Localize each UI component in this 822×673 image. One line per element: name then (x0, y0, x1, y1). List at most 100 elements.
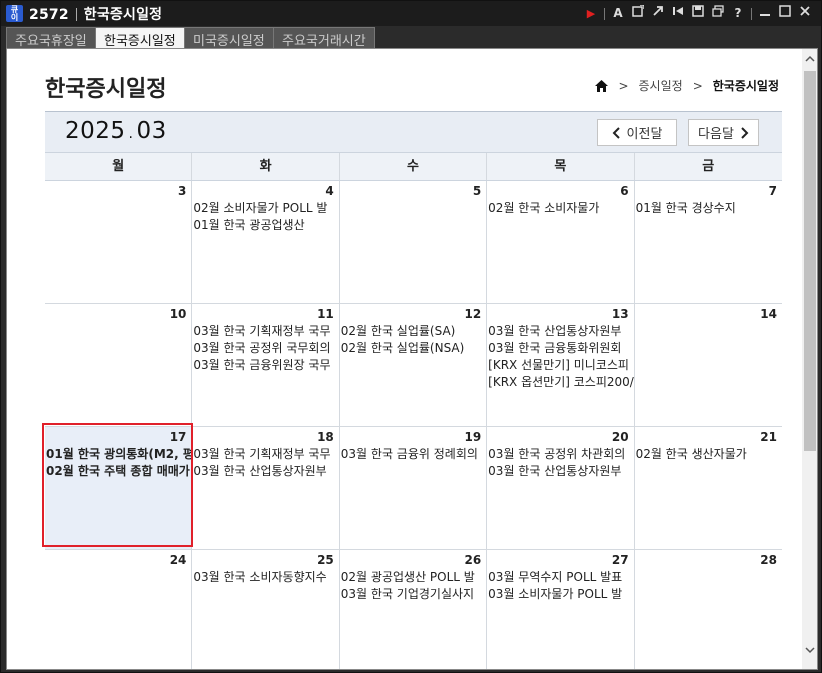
calendar-day-cell[interactable]: 25 03월 한국 소비자동향지수 (192, 550, 340, 669)
calendar-event[interactable]: 02월 한국 실업률(NSA) (340, 340, 486, 357)
calendar-event[interactable]: [KRX 옵션만기] 코스피200/ (487, 374, 633, 391)
calendar-event[interactable]: 02월 한국 주택 종합 매매가 (45, 463, 191, 480)
first-page-icon[interactable] (668, 5, 688, 22)
scroll-up-icon[interactable] (805, 54, 815, 64)
calendar-day-cell[interactable]: 21 02월 한국 생산자물가 (635, 427, 782, 549)
month-label: 2025. 03 (65, 118, 167, 144)
day-number: 21 (760, 430, 777, 444)
calendar-day-cell[interactable]: 13 03월 한국 산업통상자원부 03월 한국 금융통화위원회 [KRX 선물만기]… (487, 304, 635, 426)
help-button[interactable]: ? (728, 5, 748, 22)
calendar-event[interactable]: 02월 한국 소비자물가 (487, 200, 633, 217)
calendar-day-cell[interactable]: 18 03월 한국 기획재정부 국무 03월 한국 산업통상자원부 (192, 427, 340, 549)
prev-month-label: 이전달 (626, 127, 663, 142)
calendar-event[interactable]: 03월 한국 기업경기실사지 (340, 586, 486, 603)
calendar-event[interactable]: 03월 한국 산업통상자원부 (192, 463, 338, 480)
weekday-header: 월 (45, 153, 193, 180)
scrollbar-thumb[interactable] (804, 71, 816, 451)
content-panel: 한국증시일정 > 증시일정 > 한국증시일정 2025. 03 이전달 다음달 월 (6, 48, 818, 670)
calendar-week-row: 3 4 02월 소비자물가 POLL 발 01월 한국 광공업생산 5 6 02월 한국 소… (45, 181, 782, 304)
capture-icon[interactable] (628, 4, 648, 22)
calendar-event[interactable]: 03월 무역수지 POLL 발표 (487, 569, 633, 586)
day-number: 24 (169, 553, 187, 567)
weekday-header: 금 (702, 159, 715, 174)
play-icon[interactable]: ▶ (581, 5, 601, 22)
calendar-event[interactable]: 03월 한국 산업통상자원부 (487, 323, 633, 340)
calendar-day-cell[interactable]: 10 (45, 304, 193, 426)
calendar-week-row: 17 01월 한국 광의통화(M2, 평 02월 한국 주택 종합 매매가 18 03월… (42, 423, 782, 550)
tab-us-schedule[interactable]: 미국증시일정 (184, 27, 274, 49)
title-bar: 큐 이 2572 한국증시일정 ▶ A ? (1, 1, 821, 26)
calendar-event[interactable]: 03월 한국 금융위 정례회의 (340, 446, 486, 463)
calendar-event[interactable]: 03월 한국 소비자동향지수 (192, 569, 338, 586)
calendar-header: 2025. 03 이전달 다음달 (45, 111, 782, 152)
tab-korea-schedule[interactable]: 한국증시일정 (95, 27, 185, 49)
calendar-day-cell[interactable]: 5 (340, 181, 488, 303)
calendar-event[interactable]: 03월 한국 공정위 국무회의 (192, 340, 338, 357)
calendar-event[interactable]: 02월 한국 생산자물가 (635, 446, 782, 463)
page-title: 한국증시일정 (45, 77, 167, 102)
font-size-button[interactable]: A (608, 5, 628, 22)
calendar-day-cell[interactable]: 28 (635, 550, 782, 669)
calendar-day-cell[interactable]: 3 (45, 181, 193, 303)
screen-title: 한국증시일정 (83, 6, 163, 23)
next-month-label: 다음달 (698, 127, 734, 142)
day-number: 12 (464, 307, 482, 321)
day-number: 10 (169, 307, 187, 321)
calendar-day-cell[interactable]: 4 02월 소비자물가 POLL 발 01월 한국 광공업생산 (192, 181, 340, 303)
day-number: 28 (760, 553, 777, 567)
breadcrumb-parent[interactable]: 증시일정 (639, 77, 683, 94)
calendar-event[interactable]: 03월 한국 산업통상자원부 (487, 463, 633, 480)
calendar-event[interactable]: 02월 광공업생산 POLL 발 (340, 569, 486, 586)
close-icon[interactable] (795, 5, 815, 22)
calendar-day-cell[interactable]: 20 03월 한국 공정위 차관회의 03월 한국 산업통상자원부 (487, 427, 635, 549)
weekday-header-row: 월 화 수 목 금 (45, 152, 782, 181)
calendar-event[interactable]: 03월 소비자물가 POLL 발 (487, 586, 633, 603)
calendar-grid: 월 화 수 목 금 3 4 02월 소비자물가 POLL 발 01월 한국 광공업생산… (42, 152, 782, 669)
scroll-down-icon[interactable] (805, 645, 815, 655)
home-icon[interactable] (595, 79, 609, 92)
calendar-day-cell[interactable]: 7 01월 한국 경상수지 (635, 181, 782, 303)
weekday-header: 수 (340, 153, 488, 180)
calendar-event[interactable]: 02월 한국 실업률(SA) (340, 323, 486, 340)
window-title: 2572 한국증시일정 (29, 4, 162, 24)
calendar-day-cell[interactable]: 11 03월 한국 기획재정부 국무 03월 한국 공정위 국무회의 03월 한국 금… (192, 304, 340, 426)
day-number: 6 (620, 184, 629, 198)
calendar-day-cell[interactable]: 27 03월 무역수지 POLL 발표 03월 소비자물가 POLL 발 (487, 550, 635, 669)
day-number: 5 (472, 184, 482, 198)
prev-month-button[interactable]: 이전달 (597, 119, 677, 146)
app-icon-text-bottom: 이 (10, 12, 19, 22)
calendar-event[interactable]: 03월 한국 기획재정부 국무 (192, 323, 338, 340)
screen-number: 2572 (29, 6, 69, 23)
calendar-day-cell[interactable]: 14 (635, 304, 782, 426)
restore-windows-icon[interactable] (708, 5, 728, 22)
day-number: 3 (178, 184, 187, 198)
calendar-event[interactable]: [KRX 선물만기] 미니코스피 (487, 357, 633, 374)
calendar-event[interactable]: 01월 한국 광의통화(M2, 평 (45, 446, 191, 463)
calendar-event[interactable]: 03월 한국 기획재정부 국무 (192, 446, 338, 463)
chevron-left-icon (612, 126, 620, 139)
calendar-day-cell[interactable]: 26 02월 광공업생산 POLL 발 03월 한국 기업경기실사지 (340, 550, 488, 669)
calendar-weeks: 3 4 02월 소비자물가 POLL 발 01월 한국 광공업생산 5 6 02월 한국 소… (42, 181, 782, 669)
save-icon[interactable] (688, 5, 708, 22)
maximize-icon[interactable] (775, 5, 795, 22)
tab-holidays[interactable]: 주요국휴장일 (6, 27, 96, 49)
calendar-day-cell[interactable]: 17 01월 한국 광의통화(M2, 평 02월 한국 주택 종합 매매가 (42, 423, 193, 549)
calendar-day-cell[interactable]: 6 02월 한국 소비자물가 (487, 181, 635, 303)
calendar-day-cell[interactable]: 12 02월 한국 실업률(SA) 02월 한국 실업률(NSA) (340, 304, 488, 426)
calendar-day-cell[interactable]: 19 03월 한국 금융위 정례회의 (340, 427, 488, 549)
day-number: 7 (768, 184, 777, 198)
link-icon[interactable] (648, 5, 668, 22)
calendar-event[interactable]: 03월 한국 공정위 차관회의 (487, 446, 633, 463)
tab-trading-hours[interactable]: 주요국거래시간 (273, 27, 375, 49)
day-number: 20 (611, 430, 629, 444)
calendar-event[interactable]: 03월 한국 금융위원장 국무 (192, 357, 338, 374)
day-number: 14 (760, 307, 777, 321)
calendar-event[interactable]: 01월 한국 광공업생산 (192, 217, 338, 234)
minimize-icon[interactable] (755, 5, 775, 22)
vertical-scrollbar[interactable] (802, 49, 817, 669)
next-month-button[interactable]: 다음달 (688, 119, 759, 146)
calendar-event[interactable]: 01월 한국 경상수지 (635, 200, 782, 217)
calendar-event[interactable]: 03월 한국 금융통화위원회 (487, 340, 633, 357)
calendar-event[interactable]: 02월 소비자물가 POLL 발 (192, 200, 338, 217)
calendar-day-cell[interactable]: 24 (45, 550, 193, 669)
